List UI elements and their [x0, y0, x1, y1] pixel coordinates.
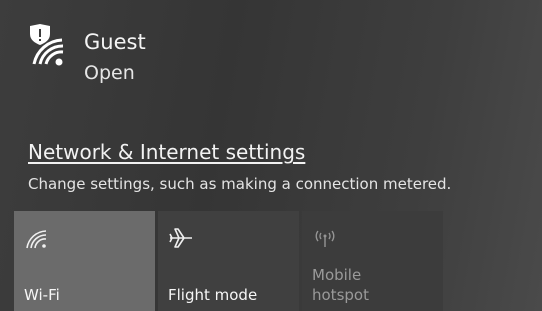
- network-internet-settings-link[interactable]: Network & Internet settings: [28, 140, 305, 164]
- flight-mode-tile[interactable]: Flight mode: [158, 211, 299, 311]
- network-flyout: Guest Open Network & Internet settings C…: [0, 0, 542, 311]
- wifi-tile-label: Wi-Fi: [24, 286, 60, 304]
- airplane-icon: [169, 228, 192, 248]
- wifi-tile[interactable]: Wi-Fi: [14, 211, 155, 311]
- settings-description: Change settings, such as making a connec…: [28, 175, 452, 193]
- hotspot-icon: [315, 230, 335, 247]
- wifi-icon: [26, 230, 47, 249]
- network-item-guest[interactable]: Guest Open: [14, 14, 314, 94]
- flight-mode-tile-label: Flight mode: [168, 286, 258, 304]
- wifi-secure-icon: [30, 24, 64, 66]
- network-name: Guest: [84, 30, 146, 54]
- mobile-hotspot-tile[interactable]: Mobile hotspot: [302, 211, 443, 311]
- network-status: Open: [84, 62, 135, 84]
- quick-actions: Wi-Fi Flight mode Mobile hotspot: [14, 211, 542, 311]
- mobile-hotspot-tile-label: Mobile hotspot: [312, 266, 369, 304]
